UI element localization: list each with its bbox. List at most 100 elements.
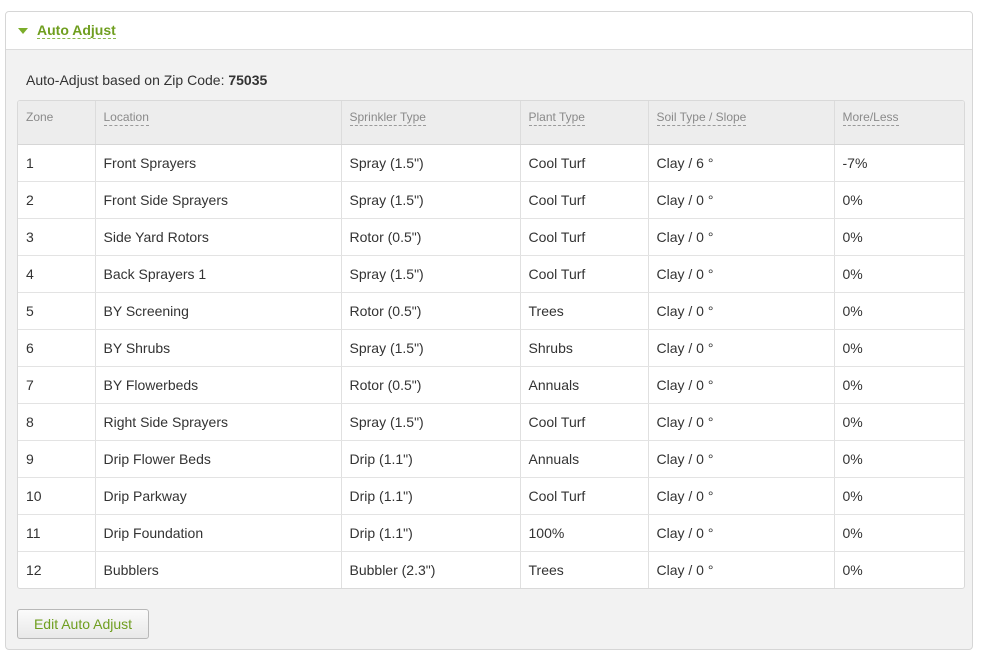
- more-less-cell: 0%: [834, 514, 964, 552]
- plant-type-cell: Shrubs: [520, 329, 649, 367]
- soil-slope-cell: Clay / 0 °: [648, 255, 835, 293]
- location-cell: Drip Parkway: [95, 477, 342, 515]
- soil-slope-cell: Clay / 0 °: [648, 440, 835, 478]
- soil-slope-cell: Clay / 0 °: [648, 477, 835, 515]
- location-cell: BY Screening: [95, 292, 342, 330]
- more-less-cell: -7%: [834, 144, 964, 182]
- sprinkler-type-cell: Spray (1.5"): [341, 255, 521, 293]
- more-less-cell: 0%: [842, 561, 863, 578]
- header-more-less[interactable]: More/Less: [834, 101, 964, 145]
- more-less-cell: 0%: [834, 218, 964, 256]
- location-cell: BY Flowerbeds: [95, 366, 342, 404]
- soil-slope-cell: Clay / 0 °: [648, 218, 835, 256]
- zone-cell: 3: [18, 218, 96, 256]
- caret-down-icon[interactable]: [18, 28, 28, 34]
- header-sprinkler-type[interactable]: Sprinkler Type: [341, 101, 521, 145]
- plant-type-cell: Cool Turf: [520, 181, 649, 219]
- table-row: 4 Back Sprayers 1 Spray (1.5") Cool Turf Cla…: [18, 255, 964, 293]
- zone-cell: 9: [18, 440, 96, 478]
- soil-slope-cell: Clay / 0 °: [648, 329, 835, 367]
- soil-slope-cell: Clay / 6 °: [648, 144, 835, 182]
- plant-type-cell: Cool Turf: [520, 403, 649, 441]
- zone-cell: 8: [18, 403, 96, 441]
- soil-slope-cell: Clay / 0 °: [648, 551, 835, 588]
- table-row: 8 Right Side Sprayers Spray (1.5") Cool Tur…: [18, 403, 964, 441]
- auto-adjust-panel: Auto Adjust Auto-Adjust based on Zip Cod…: [5, 11, 973, 650]
- plant-type-cell: Annuals: [520, 440, 649, 478]
- more-less-cell: 0%: [834, 292, 964, 330]
- table-row: 1 Front Sprayers Spray (1.5") Cool Turf Clay…: [18, 144, 964, 182]
- sprinkler-type-cell: Spray (1.5"): [341, 329, 521, 367]
- more-less-cell: 0%: [834, 329, 964, 367]
- table-row: 3 Side Yard Rotors Rotor (0.5") Cool Turf Cl…: [18, 218, 964, 256]
- plant-type-cell: Trees: [520, 292, 649, 330]
- more-less-cell: 0%: [834, 255, 964, 293]
- table-row: 5 BY Screening Rotor (0.5") Trees Clay / 0 °…: [18, 292, 964, 330]
- zones-table-container: Zone Location Sprinkler Type Plant Type …: [17, 100, 965, 589]
- sprinkler-type-cell: Rotor (0.5"): [341, 218, 521, 256]
- sprinkler-type-cell: Rotor (0.5"): [341, 292, 521, 330]
- table-row: 12 Bubblers Bubbler (2.3") Trees Clay / 0 ° 0…: [18, 551, 964, 588]
- zone-cell: 12: [18, 551, 96, 588]
- more-less-cell: 0%: [834, 366, 964, 404]
- zone-cell: 7: [18, 366, 96, 404]
- table-row: 10 Drip Parkway Drip (1.1") Cool Turf Clay /…: [18, 477, 964, 515]
- edit-auto-adjust-button[interactable]: Edit Auto Adjust: [17, 609, 149, 639]
- soil-slope-cell: Clay / 0 °: [648, 366, 835, 404]
- location-cell: Front Sprayers: [95, 144, 342, 182]
- zone-cell: 11: [18, 514, 96, 552]
- location-cell: Front Side Sprayers: [95, 181, 342, 219]
- zones-table: Zone Location Sprinkler Type Plant Type …: [18, 101, 964, 588]
- plant-type-cell: Cool Turf: [520, 255, 649, 293]
- zone-cell: 1: [18, 144, 96, 182]
- sprinkler-type-cell: Rotor (0.5"): [341, 366, 521, 404]
- sprinkler-type-cell: Drip (1.1"): [341, 440, 521, 478]
- soil-slope-cell: Clay / 0 °: [648, 403, 835, 441]
- soil-slope-cell: Clay / 0 °: [648, 292, 835, 330]
- location-cell: Drip Foundation: [95, 514, 342, 552]
- zip-code-value: 75035: [228, 72, 268, 88]
- sprinkler-type-cell: Spray (1.5"): [341, 181, 521, 219]
- panel-header[interactable]: Auto Adjust: [6, 12, 972, 50]
- sprinkler-type-cell: Drip (1.1"): [341, 514, 521, 552]
- sprinkler-type-cell: Bubbler (2.3"): [341, 551, 521, 588]
- more-less-cell: 0%: [834, 181, 964, 219]
- table-row: 6 BY Shrubs Spray (1.5") Shrubs Clay / 0 ° 0%: [18, 329, 964, 367]
- zone-cell: 10: [18, 477, 96, 515]
- sprinkler-type-cell: Spray (1.5"): [341, 403, 521, 441]
- location-cell: Back Sprayers 1: [95, 255, 342, 293]
- header-soil-type-slope[interactable]: Soil Type / Slope: [648, 101, 835, 145]
- header-location[interactable]: Location: [95, 101, 342, 145]
- table-header-row: Zone Location Sprinkler Type Plant Type …: [18, 101, 964, 145]
- table-row: 11 Drip Foundation Drip (1.1") 100% Clay / 0…: [18, 514, 964, 552]
- more-less-cell: 0%: [834, 403, 964, 441]
- location-cell: Right Side Sprayers: [95, 403, 342, 441]
- more-less-cell: 0%: [834, 477, 964, 515]
- plant-type-cell: Cool Turf: [520, 477, 649, 515]
- panel-title[interactable]: Auto Adjust: [37, 22, 116, 39]
- sprinkler-type-cell: Spray (1.5"): [341, 144, 521, 182]
- table-row: 9 Drip Flower Beds Drip (1.1") Annuals Clay …: [18, 440, 964, 478]
- zone-cell: 4: [18, 255, 96, 293]
- zip-code-label: Auto-Adjust based on Zip Code:: [26, 72, 229, 88]
- zone-cell: 2: [18, 181, 96, 219]
- plant-type-cell: Cool Turf: [520, 144, 649, 182]
- zone-cell: 5: [18, 292, 96, 330]
- header-plant-type[interactable]: Plant Type: [520, 101, 649, 145]
- plant-type-cell: 100%: [520, 514, 649, 552]
- table-row: 7 BY Flowerbeds Rotor (0.5") Annuals Clay / …: [18, 366, 964, 404]
- zip-code-line: Auto-Adjust based on Zip Code: 75035: [26, 72, 267, 88]
- location-cell: BY Shrubs: [95, 329, 342, 367]
- location-cell: Drip Flower Beds: [95, 440, 342, 478]
- header-zone: Zone: [18, 101, 96, 145]
- plant-type-cell: Cool Turf: [520, 218, 649, 256]
- location-cell: Side Yard Rotors: [95, 218, 342, 256]
- soil-slope-cell: Clay / 0 °: [648, 181, 835, 219]
- more-less-cell: 0%: [834, 440, 964, 478]
- plant-type-cell: Annuals: [520, 366, 649, 404]
- sprinkler-type-cell: Drip (1.1"): [341, 477, 521, 515]
- table-row: 2 Front Side Sprayers Spray (1.5") Cool Tur…: [18, 181, 964, 219]
- plant-type-cell: Trees: [520, 551, 649, 588]
- zone-cell: 6: [18, 329, 96, 367]
- location-cell: Bubblers: [95, 551, 342, 588]
